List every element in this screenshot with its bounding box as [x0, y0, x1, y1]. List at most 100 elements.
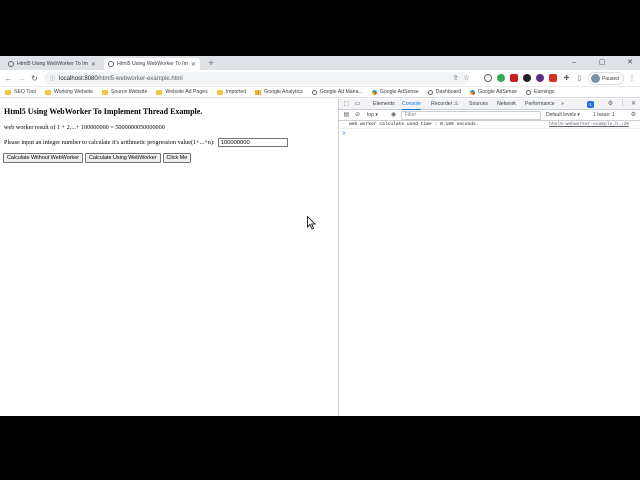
bookmark-label: Google AdSense: [478, 89, 518, 95]
bookmark-item[interactable]: Imported: [216, 89, 247, 95]
screen: Html5 Using WebWorker To Im ✕ Html5 Usin…: [0, 0, 640, 480]
number-input[interactable]: [217, 138, 288, 147]
clear-console-icon[interactable]: ⊘: [354, 112, 361, 119]
folder-icon: [156, 89, 163, 95]
browser-tab-active[interactable]: Html5 Using WebWorker To Im ✕: [104, 58, 200, 70]
bookmark-item[interactable]: SEO Tool: [5, 89, 36, 95]
close-icon[interactable]: ✕: [191, 61, 196, 68]
browser-toolbar: ← → ↻ ⓘ localhost:8080/html5-webworker-e…: [0, 70, 640, 87]
profile-button[interactable]: Paused: [588, 72, 624, 85]
bookmark-label: Source Website: [110, 89, 148, 95]
messages-badge[interactable]: 1: [587, 101, 594, 108]
page-title: Html5 Using WebWorker To Implement Threa…: [4, 107, 203, 116]
bookmark-item[interactable]: Earnings: [526, 89, 555, 95]
console-message-text: web worker calculate used time : 0.189 s…: [349, 122, 479, 127]
extension-icon[interactable]: [510, 74, 518, 82]
extension-icon[interactable]: [549, 74, 557, 82]
globe-icon: [8, 61, 14, 67]
log-levels-select[interactable]: Default levels ▾: [546, 112, 580, 118]
bookmark-label: Google AdSense: [379, 89, 419, 95]
forward-button[interactable]: →: [16, 73, 27, 84]
tab-elements[interactable]: Elements: [373, 99, 395, 110]
maximize-button[interactable]: ▢: [596, 58, 608, 68]
browser-tab[interactable]: Html5 Using WebWorker To Im ✕: [4, 58, 100, 70]
click-me-button[interactable]: Click Me: [162, 153, 192, 163]
bookmark-label: Google Ad Mana...: [319, 89, 363, 95]
bookmark-label: Earnings: [534, 89, 555, 95]
address-bar[interactable]: ⓘ localhost:8080/html5-webworker-example…: [44, 72, 469, 85]
bookmark-label: SEO Tool: [14, 89, 36, 95]
folder-icon: [216, 89, 223, 95]
more-tabs-button[interactable]: »: [561, 99, 564, 110]
sidebar-toggle-icon[interactable]: ▤: [343, 112, 350, 119]
bookmark-item[interactable]: Source Website: [101, 89, 148, 95]
bookmark-label: Google Analytics: [264, 89, 303, 95]
bookmark-item[interactable]: Google Ad Mana...: [311, 89, 363, 95]
bookmark-label: Website Ad Pages: [165, 89, 208, 95]
bookmark-item[interactable]: Working Website: [44, 89, 93, 95]
extension-icon[interactable]: [497, 74, 505, 82]
side-panel-icon[interactable]: ▯: [575, 74, 584, 83]
tab-sources[interactable]: Sources: [469, 99, 488, 110]
gear-icon[interactable]: ⚙: [607, 101, 614, 108]
tab-performance[interactable]: Performance: [525, 99, 555, 110]
tab-recorder[interactable]: Recorder ⚠: [431, 99, 458, 110]
result-text: web worker result of 1 + 2....+ 10000000…: [4, 124, 165, 131]
google-icon: [470, 89, 476, 95]
input-label: Please input an integer number to calcul…: [4, 139, 215, 146]
console-source-link[interactable]: html5-webworker-example.h…:20: [549, 121, 629, 129]
console-prompt[interactable]: >: [342, 130, 346, 137]
close-icon[interactable]: ✕: [91, 61, 96, 68]
bookmark-item[interactable]: Dashboard: [427, 89, 462, 95]
tab-strip: Html5 Using WebWorker To Im ✕ Html5 Usin…: [0, 56, 640, 70]
extension-icon[interactable]: [484, 74, 492, 82]
bookmark-label: Dashboard: [435, 89, 462, 95]
button-row: Calculate Without WebWorker Calculate Us…: [3, 153, 192, 163]
bookmark-star-icon[interactable]: ☆: [462, 74, 471, 83]
google-icon: [371, 89, 377, 95]
page-icon: [427, 89, 433, 95]
close-icon[interactable]: ✕: [630, 101, 637, 108]
eye-icon[interactable]: ◉: [390, 112, 397, 119]
bookmark-label: Imported: [225, 89, 247, 95]
bookmark-item[interactable]: Website Ad Pages: [156, 89, 208, 95]
devtools-panel: ⬚ ▭ Elements Console Recorder ⚠ Sources …: [338, 99, 640, 416]
new-tab-button[interactable]: +: [206, 58, 216, 68]
window-close-button[interactable]: ✕: [624, 58, 636, 68]
tab-console[interactable]: Console: [402, 99, 422, 110]
inspect-icon[interactable]: ⬚: [343, 101, 350, 108]
extension-icon[interactable]: [523, 74, 531, 82]
folder-icon: [5, 89, 11, 95]
back-button[interactable]: ←: [3, 73, 14, 84]
browser-window: Html5 Using WebWorker To Im ✕ Html5 Usin…: [0, 56, 640, 416]
tab-title: Html5 Using WebWorker To Im: [117, 61, 188, 67]
devtools-tabbar: ⬚ ▭ Elements Console Recorder ⚠ Sources …: [339, 99, 640, 110]
tab-network[interactable]: Network: [497, 99, 516, 110]
more-options-icon[interactable]: ⋮: [619, 101, 626, 108]
browser-menu-icon[interactable]: ⋮: [628, 73, 636, 82]
calculate-using-webworker-button[interactable]: Calculate Using WebWorker: [85, 153, 161, 163]
context-select[interactable]: top ▾: [367, 112, 378, 118]
puzzle-icon[interactable]: ✚: [562, 74, 571, 83]
page-icon: [526, 89, 532, 95]
console-toolbar: ▤ ⊘ top ▾ ◉ Filter Default levels ▾ 1 Is…: [339, 110, 640, 121]
calculate-without-webworker-button[interactable]: Calculate Without WebWorker: [3, 153, 84, 163]
url-path: /html5-webworker-example.html: [97, 75, 183, 82]
folder-icon: [44, 89, 51, 95]
device-toggle-icon[interactable]: ▭: [354, 101, 361, 108]
minimize-button[interactable]: –: [568, 58, 580, 68]
extension-icon[interactable]: [536, 74, 544, 82]
bookmark-item[interactable]: Google AdSense: [371, 89, 419, 95]
bookmark-item[interactable]: Google AdSense: [470, 89, 517, 95]
share-icon[interactable]: ⇪: [451, 74, 460, 83]
console-filter-input[interactable]: Filter: [401, 111, 541, 120]
mouse-cursor-icon: [307, 216, 316, 230]
reload-button[interactable]: ↻: [29, 73, 40, 84]
gear-icon[interactable]: ⚙: [630, 112, 637, 119]
page-icon: [311, 89, 317, 95]
folder-icon: [101, 89, 108, 95]
bookmarks-bar: SEO Tool Working Website Source Website …: [0, 87, 640, 98]
info-icon[interactable]: ⓘ: [50, 75, 55, 82]
bookmark-item[interactable]: Google Analytics: [255, 89, 303, 95]
issues-counter[interactable]: 1 Issue: 1: [593, 112, 615, 118]
